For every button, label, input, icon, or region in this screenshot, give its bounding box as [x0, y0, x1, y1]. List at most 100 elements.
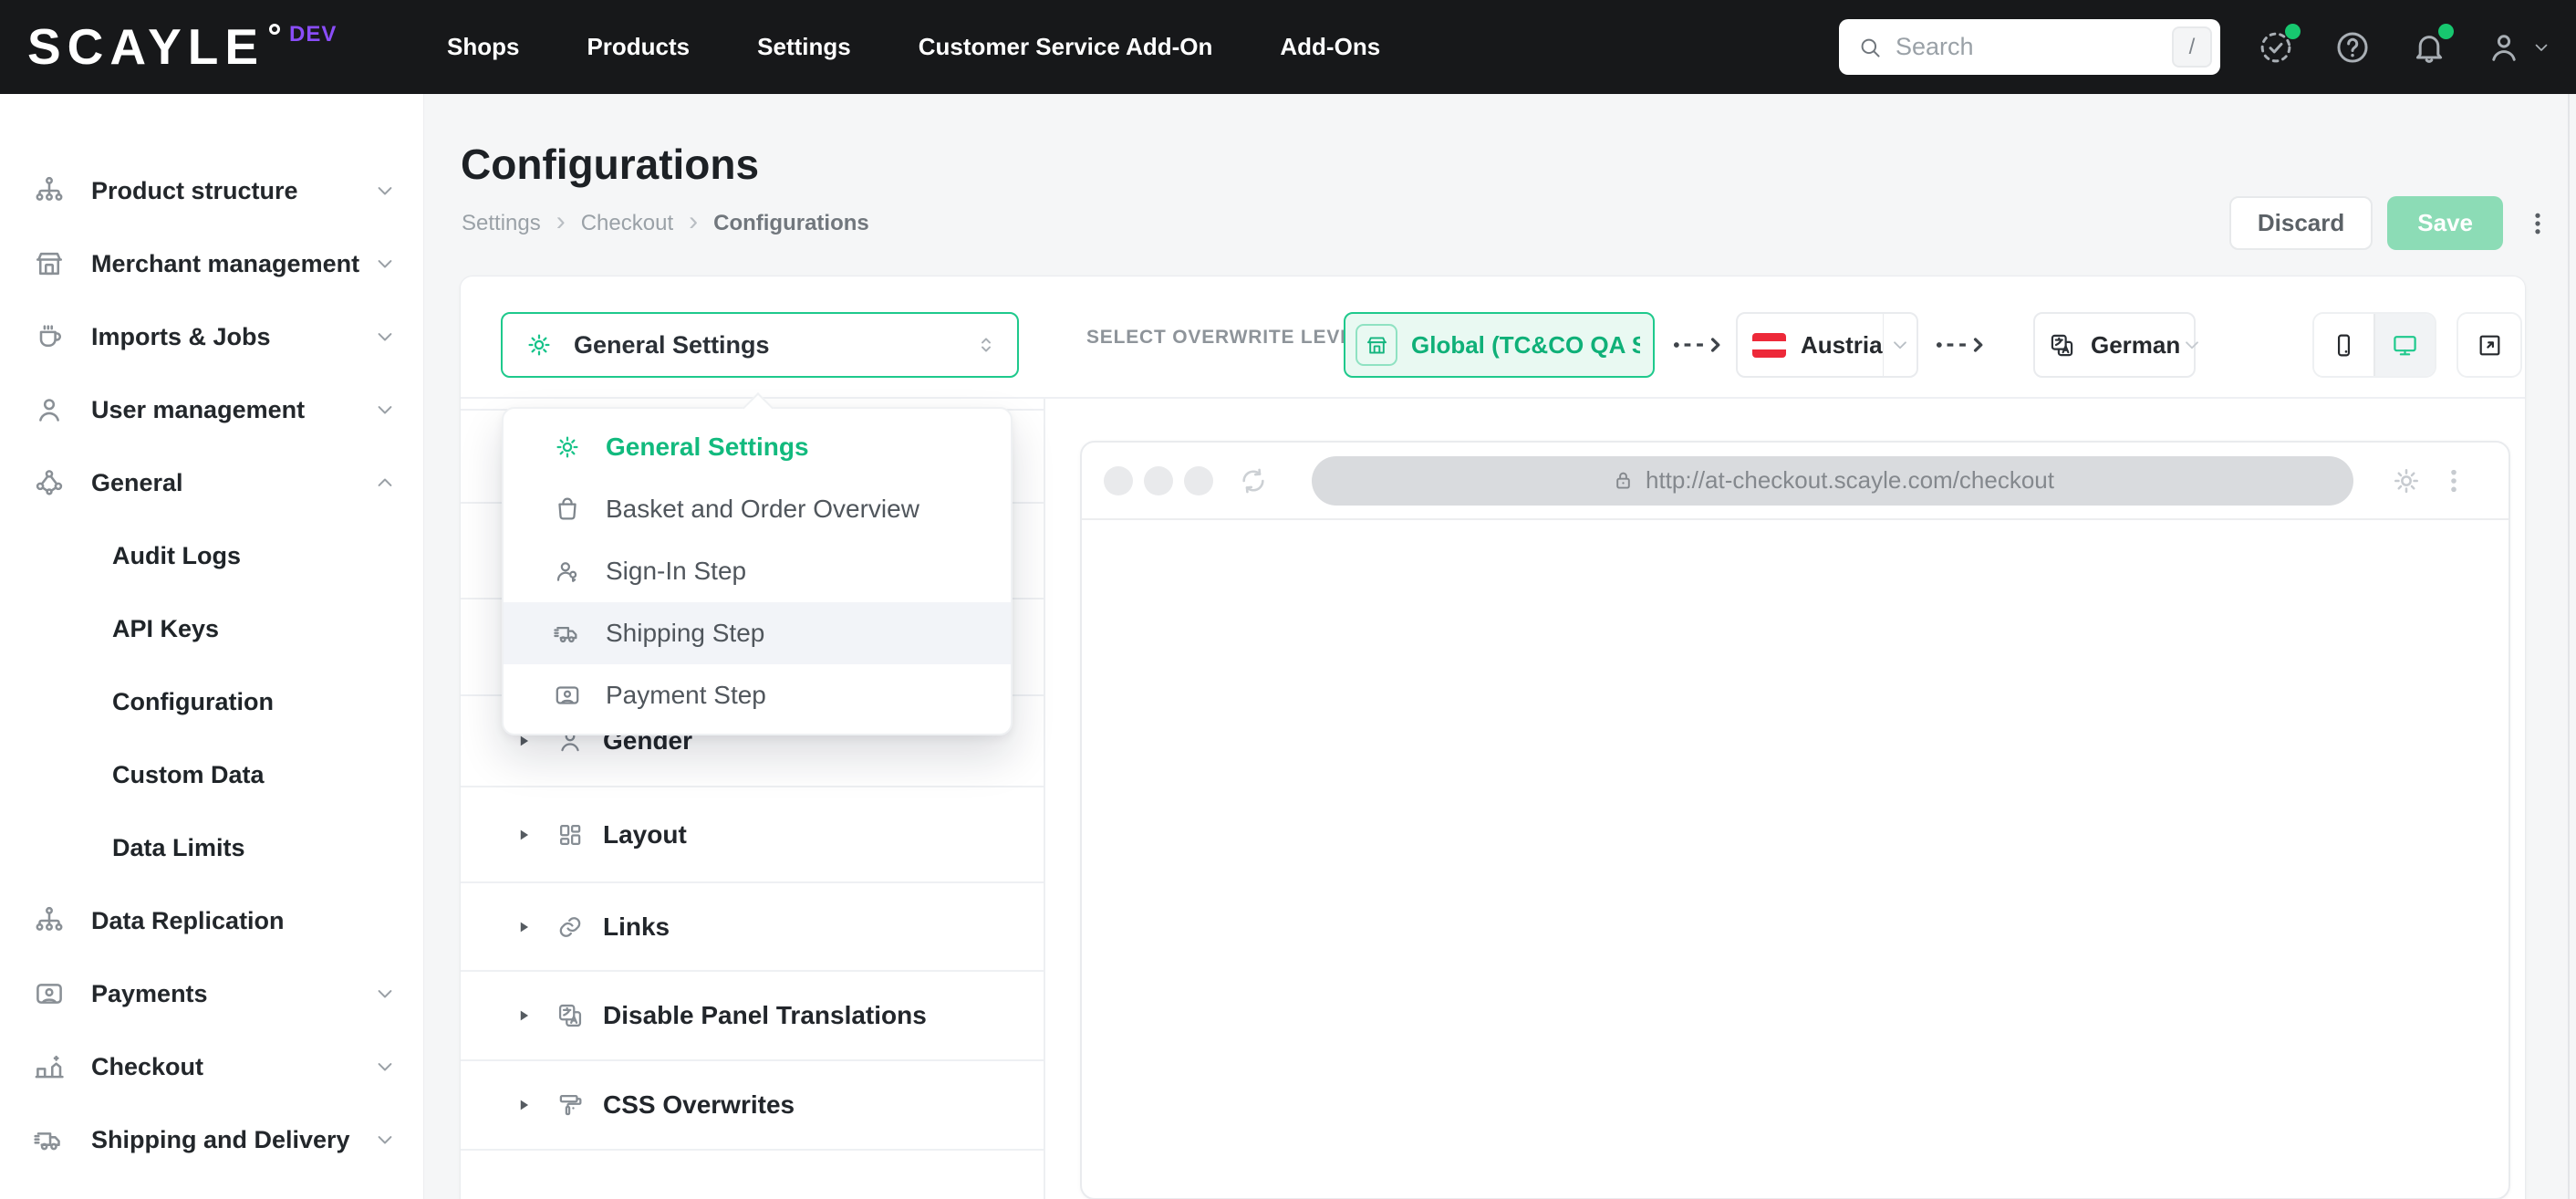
global-search[interactable]: / [1839, 19, 2220, 75]
sidebar-item-checkout[interactable]: Checkout [0, 1030, 423, 1103]
desktop-preview-button[interactable] [2373, 314, 2435, 376]
dropdown-item-basket-and-order-overview[interactable]: Basket and Order Overview [504, 478, 1011, 540]
dropdown-item-general-settings[interactable]: General Settings [504, 416, 1011, 478]
sidebar-item-general[interactable]: General [0, 446, 423, 519]
translate-icon [2048, 331, 2076, 360]
search-icon [1857, 35, 1883, 60]
dropdown-item-sign-in-step[interactable]: Sign-In Step [504, 540, 1011, 602]
payments-icon [33, 977, 66, 1010]
sidebar-item-imports-jobs[interactable]: Imports & Jobs [0, 300, 423, 373]
translate-icon [556, 1001, 585, 1030]
country-chevron[interactable] [1884, 333, 1916, 357]
preview-kebab-icon[interactable] [2439, 466, 2468, 495]
gear-icon [553, 433, 582, 462]
sidebar: Product structure Merchant management Im… [0, 94, 424, 1199]
language-chevron[interactable] [2180, 333, 2204, 357]
save-button[interactable]: Save [2387, 196, 2503, 250]
scayle-logo[interactable]: SCAYLE DEV [27, 0, 421, 94]
nav-products[interactable]: Products [587, 33, 690, 61]
sidebar-subitem-custom-data[interactable]: Custom Data [0, 738, 423, 811]
dropdown-item-label: Payment Step [606, 681, 766, 709]
user-key-icon [553, 557, 582, 586]
mobile-preview-button[interactable] [2314, 314, 2373, 376]
sidebar-item-label: Merchant management [91, 249, 360, 277]
sidebar-subitem-label: Audit Logs [112, 541, 241, 569]
sidebar-item-payments[interactable]: Payments [0, 957, 423, 1030]
system-status-button[interactable] [2255, 23, 2301, 68]
country-value: Austria [1801, 330, 1883, 359]
monitor-icon [2391, 331, 2419, 360]
dropdown-item-label: Basket and Order Overview [606, 495, 919, 523]
language-overwrite-select[interactable]: German [2033, 312, 2196, 378]
logo-trademark-icon [269, 24, 281, 35]
status-notification-dot [2285, 23, 2301, 39]
sidebar-item-label: Payments [91, 979, 208, 1007]
device-preview-toggle [2312, 312, 2436, 378]
kebab-icon [2524, 210, 2551, 237]
chevron-down-icon [372, 397, 398, 422]
env-badge: DEV [289, 22, 338, 47]
config-toolbar: General Settings SELECT OVERWRITE LEVEL … [461, 276, 2525, 399]
sidebar-subitem-configuration[interactable]: Configuration [0, 665, 423, 738]
caret-right-icon [514, 1006, 534, 1026]
breadcrumb-settings[interactable]: Settings [462, 211, 541, 236]
row-label: Disable Panel Translations [603, 1001, 927, 1029]
storefront-icon [1365, 333, 1389, 358]
logo-text: SCAYLE [27, 18, 265, 75]
more-actions-button[interactable] [2521, 203, 2554, 244]
discard-button[interactable]: Discard [2228, 196, 2373, 250]
sidebar-subitem-audit-logs[interactable]: Audit Logs [0, 519, 423, 592]
search-input[interactable] [1896, 33, 2172, 61]
coffee-icon [33, 320, 66, 353]
dropdown-item-payment-step[interactable]: Payment Step [504, 664, 1011, 726]
sidebar-item-merchant-management[interactable]: Merchant management [0, 227, 423, 300]
search-shortcut-key: / [2172, 26, 2212, 68]
overwrite-level-shop-button[interactable]: Global (TC&CO QA Sh... [1344, 312, 1655, 378]
breadcrumb-separator: › [556, 206, 566, 236]
chevron-up-icon [372, 470, 398, 495]
settings-row-css-overwrites[interactable]: CSS Overwrites [461, 1061, 1044, 1151]
country-overwrite-select[interactable]: Austria [1736, 312, 1918, 378]
chevron-down-icon [1888, 333, 1912, 357]
sidebar-item-user-management[interactable]: User management [0, 373, 423, 446]
sidebar-subitem-data-limits[interactable]: Data Limits [0, 811, 423, 884]
breadcrumb-checkout[interactable]: Checkout [581, 211, 673, 236]
dashed-arrow-icon [1936, 338, 1983, 352]
building-icon [33, 1050, 66, 1083]
dropdown-item-label: General Settings [606, 433, 809, 461]
storefront-icon-box [1356, 324, 1397, 366]
dropdown-item-label: Shipping Step [606, 619, 765, 647]
app-header: SCAYLE DEV Shops Products Settings Custo… [0, 0, 2576, 94]
sidebar-subitem-label: Configuration [112, 687, 274, 715]
settings-row-links[interactable]: Links [461, 883, 1044, 972]
sidebar-subitem-api-keys[interactable]: API Keys [0, 592, 423, 665]
expand-icon [2476, 331, 2504, 360]
shop-level-value: Global (TC&CO QA Sh... [1411, 330, 1640, 359]
dropdown-item-shipping-step[interactable]: Shipping Step [504, 602, 1011, 664]
sidebar-item-shipping-and-delivery[interactable]: Shipping and Delivery [0, 1103, 423, 1176]
settings-row-layout[interactable]: Layout [461, 787, 1044, 883]
phone-icon [2330, 331, 2358, 360]
sidebar-item-product-structure[interactable]: Product structure [0, 154, 423, 227]
preview-settings-gear-icon[interactable] [2390, 464, 2423, 497]
refresh-icon[interactable] [1237, 464, 1270, 497]
sidebar-item-data-replication[interactable]: Data Replication [0, 884, 423, 957]
notifications-button[interactable] [2408, 23, 2454, 68]
browser-circle [1184, 465, 1213, 495]
question-icon [2333, 28, 2372, 67]
settings-section-select[interactable]: General Settings [501, 312, 1019, 378]
fullscreen-preview-button[interactable] [2457, 312, 2522, 378]
settings-row-disable-panel-translations[interactable]: Disable Panel Translations [461, 972, 1044, 1061]
nav-settings[interactable]: Settings [757, 33, 851, 61]
caret-right-icon [514, 825, 534, 845]
sidebar-subitem-label: Data Limits [112, 833, 245, 861]
truck-icon [553, 619, 582, 648]
account-menu-button[interactable] [2485, 28, 2552, 67]
page-scrollbar[interactable] [2568, 94, 2570, 1199]
nav-customer-service-add-on[interactable]: Customer Service Add-On [919, 33, 1213, 61]
sidebar-item-label: Product structure [91, 176, 298, 204]
help-button[interactable] [2332, 26, 2373, 68]
nav-shops[interactable]: Shops [447, 33, 519, 61]
chevron-down-icon [372, 178, 398, 203]
nav-add-ons[interactable]: Add-Ons [1280, 33, 1380, 61]
